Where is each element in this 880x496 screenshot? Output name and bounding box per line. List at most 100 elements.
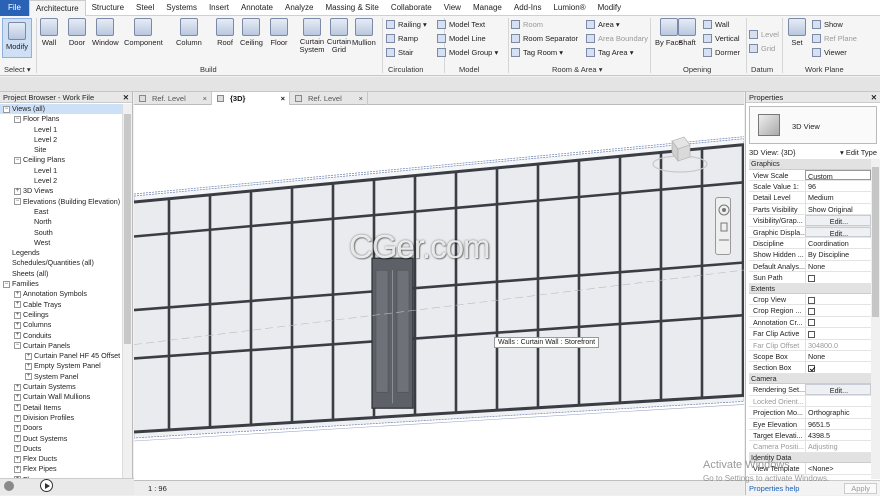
- prop-value[interactable]: [805, 272, 871, 283]
- menu-add-ins[interactable]: Add-Ins: [508, 0, 548, 16]
- tree-item-flex-pipes[interactable]: + Flex Pipes: [0, 464, 122, 474]
- door-button[interactable]: Door: [68, 18, 86, 47]
- menu-lumion[interactable]: Lumion®: [547, 0, 591, 16]
- tree-item-3d-views[interactable]: +3D Views: [0, 186, 122, 196]
- stair-button[interactable]: Stair: [386, 48, 413, 57]
- tree-item-curtain-wall-mullions[interactable]: + Curtain Wall Mullions: [0, 392, 122, 402]
- show-button[interactable]: Show: [812, 20, 843, 29]
- wall-button[interactable]: Wall: [703, 20, 729, 29]
- close-icon[interactable]: ✕: [871, 92, 877, 103]
- expand-toggle-icon[interactable]: +: [14, 445, 21, 453]
- expand-toggle-icon[interactable]: +: [14, 311, 21, 319]
- expand-toggle-icon[interactable]: +: [14, 465, 21, 473]
- tree-item-ceilings[interactable]: + Ceilings: [0, 310, 122, 320]
- tree-item-curtain-systems[interactable]: + Curtain Systems: [0, 382, 122, 392]
- column-button[interactable]: Column: [176, 18, 202, 47]
- prop-value[interactable]: Coordination: [805, 237, 871, 249]
- scrollbar[interactable]: [122, 104, 132, 492]
- expand-toggle-icon[interactable]: +: [14, 393, 21, 401]
- expand-toggle-icon[interactable]: +: [14, 290, 21, 298]
- expand-toggle-icon[interactable]: +: [14, 332, 21, 340]
- tree-item-south[interactable]: South: [0, 228, 122, 238]
- roof-button[interactable]: Roof: [216, 18, 234, 47]
- area-boundary-button[interactable]: Area Boundary: [586, 34, 648, 43]
- tree-item-schedules-quantities-all[interactable]: Schedules/Quantities (all): [0, 258, 122, 268]
- viewer-button[interactable]: Viewer: [812, 48, 847, 57]
- tree-item-families[interactable]: − Families: [0, 279, 122, 289]
- prop-value[interactable]: [805, 395, 871, 407]
- checkbox[interactable]: [808, 274, 815, 282]
- menu-systems[interactable]: Systems: [160, 0, 203, 16]
- menu-modify[interactable]: Modify: [592, 0, 628, 16]
- prop-value[interactable]: By Discipline: [805, 249, 871, 260]
- model-text-button[interactable]: Model Text: [437, 20, 485, 29]
- tree-item-conduits[interactable]: + Conduits: [0, 331, 122, 341]
- expand-toggle-icon[interactable]: −: [14, 115, 21, 123]
- tree-item-elevations-building-elevation[interactable]: − Elevations (Building Elevation): [0, 197, 122, 207]
- tree-item-detail-items[interactable]: + Detail Items: [0, 403, 122, 413]
- prop-value[interactable]: Show Original: [805, 203, 871, 215]
- navigation-bar[interactable]: [715, 197, 731, 255]
- tree-item-columns[interactable]: + Columns: [0, 320, 122, 330]
- close-tab-icon[interactable]: ×: [359, 92, 363, 105]
- tree-item-empty-system-panel[interactable]: + Empty System Panel: [0, 361, 122, 371]
- tree-item-sheets-all[interactable]: Sheets (all): [0, 269, 122, 279]
- prop-value[interactable]: Medium: [805, 192, 871, 203]
- expand-toggle-icon[interactable]: +: [25, 363, 32, 371]
- floor-button[interactable]: Floor: [270, 18, 288, 47]
- model-line-button[interactable]: Model Line: [437, 34, 486, 43]
- scrollbar[interactable]: [871, 159, 880, 479]
- tree-item-curtain-panel-hf-45-offset[interactable]: + Curtain Panel HF 45 Offset: [0, 351, 122, 361]
- checkbox[interactable]: [808, 319, 815, 327]
- menu-annotate[interactable]: Annotate: [235, 0, 279, 16]
- tree-item-flex-ducts[interactable]: + Flex Ducts: [0, 454, 122, 464]
- prop-value[interactable]: Edit...: [805, 215, 871, 226]
- prop-value[interactable]: Edit...: [805, 384, 871, 395]
- expand-toggle-icon[interactable]: +: [14, 455, 21, 463]
- area-button[interactable]: Area ▾: [586, 20, 620, 29]
- tree-item-level-1[interactable]: Level 1: [0, 125, 122, 135]
- expand-toggle-icon[interactable]: −: [3, 105, 10, 113]
- apply-button[interactable]: Apply: [844, 483, 877, 494]
- close-tab-icon[interactable]: ×: [281, 92, 285, 105]
- modify-button[interactable]: Modify: [2, 18, 32, 58]
- tree-item-site[interactable]: Site: [0, 145, 122, 155]
- expand-toggle-icon[interactable]: +: [14, 414, 21, 422]
- prop-value[interactable]: Custom: [805, 169, 871, 180]
- vertical-button[interactable]: Vertical: [703, 34, 740, 43]
- expand-toggle-icon[interactable]: +: [14, 301, 21, 309]
- close-tab-icon[interactable]: ×: [203, 92, 207, 105]
- checkbox[interactable]: [808, 308, 815, 316]
- prop-value[interactable]: [805, 328, 871, 339]
- tree-item-ducts[interactable]: + Ducts: [0, 444, 122, 454]
- shaft-button[interactable]: Shaft: [678, 18, 696, 47]
- railing-button[interactable]: Railing ▾: [386, 20, 427, 29]
- menu-manage[interactable]: Manage: [467, 0, 508, 16]
- prop-value[interactable]: <None>: [805, 463, 871, 474]
- tab-3d[interactable]: {3D} ×: [212, 92, 290, 105]
- tree-item-doors[interactable]: + Doors: [0, 423, 122, 433]
- mullion-button[interactable]: Mullion: [352, 18, 376, 47]
- curtain-system-button[interactable]: Curtain System: [297, 18, 327, 54]
- expand-toggle-icon[interactable]: +: [14, 435, 21, 443]
- set-button[interactable]: Set: [788, 18, 806, 47]
- close-icon[interactable]: ✕: [123, 92, 129, 103]
- instance-filter[interactable]: 3D View: {3D} ▾ Edit Type: [749, 147, 877, 158]
- grid-button[interactable]: Grid: [749, 44, 775, 53]
- prop-value[interactable]: [805, 305, 871, 316]
- tree-item-division-profiles[interactable]: + Division Profiles: [0, 413, 122, 423]
- tree-item-system-panel[interactable]: + System Panel: [0, 372, 122, 382]
- tree-item-duct-systems[interactable]: + Duct Systems: [0, 434, 122, 444]
- expand-toggle-icon[interactable]: −: [14, 342, 21, 350]
- menu-view[interactable]: View: [438, 0, 467, 16]
- tab-ref-level[interactable]: Ref. Level ×: [134, 92, 212, 105]
- tree-item-views-all[interactable]: − Views (all): [0, 104, 122, 115]
- expand-toggle-icon[interactable]: +: [14, 424, 21, 432]
- view-cube[interactable]: [650, 131, 710, 176]
- level-button[interactable]: Level: [749, 30, 779, 39]
- prop-value[interactable]: 4398.5: [805, 429, 871, 441]
- expand-toggle-icon[interactable]: +: [14, 383, 21, 391]
- tree-item-legends[interactable]: Legends: [0, 248, 122, 258]
- expand-toggle-icon[interactable]: −: [3, 280, 10, 288]
- room-separator-button[interactable]: Room Separator: [511, 34, 578, 43]
